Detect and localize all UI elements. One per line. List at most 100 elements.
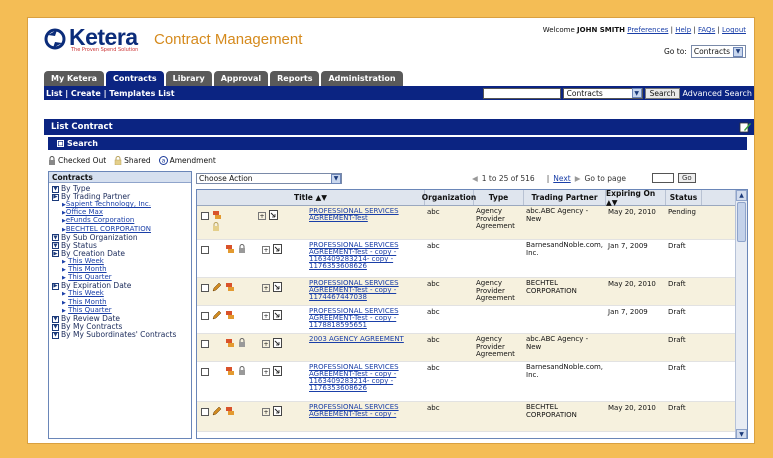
table-row[interactable]: + PROFESSIONAL SERVICES AGREEMENT-Test - … bbox=[197, 402, 747, 432]
document-icon[interactable] bbox=[273, 366, 282, 376]
expand-icon[interactable]: ▼ bbox=[52, 234, 59, 242]
tree-node-by-my-subordinates-contracts[interactable]: ▼ By My Subordinates' Contracts bbox=[52, 331, 188, 339]
pencil-icon[interactable] bbox=[212, 310, 222, 320]
col-organization[interactable]: Organization bbox=[422, 190, 476, 205]
document-icon[interactable] bbox=[273, 282, 282, 292]
tree-link[interactable]: Office Max bbox=[66, 208, 103, 216]
documents-icon[interactable] bbox=[225, 244, 235, 254]
help-link[interactable]: Help bbox=[675, 26, 691, 34]
expand-icon[interactable]: ▼ bbox=[52, 323, 59, 331]
col-status[interactable]: Status bbox=[666, 190, 702, 205]
document-icon[interactable] bbox=[273, 244, 282, 254]
tab-my-ketera[interactable]: My Ketera bbox=[44, 71, 105, 86]
search-input[interactable] bbox=[482, 87, 561, 99]
documents-icon[interactable] bbox=[225, 338, 235, 348]
edit-list-icon[interactable] bbox=[739, 121, 751, 133]
expand-row-icon[interactable]: + bbox=[258, 212, 266, 220]
document-icon[interactable] bbox=[269, 210, 278, 220]
expand-icon[interactable]: ▼ bbox=[52, 185, 59, 193]
expand-row-icon[interactable]: + bbox=[262, 368, 270, 376]
tab-contracts[interactable]: Contracts bbox=[106, 71, 164, 86]
tree-link[interactable]: BECHTEL CORPORATION bbox=[66, 225, 151, 233]
contract-title-link[interactable]: 2003 AGENCY AGREEMENT bbox=[307, 334, 425, 361]
tab-reports[interactable]: Reports bbox=[270, 71, 320, 86]
table-row[interactable]: + PROFESSIONAL SERVICES AGREEMENT-Test - … bbox=[197, 240, 747, 278]
table-row[interactable]: + PROFESSIONAL SERVICES AGREEMENT-Test - … bbox=[197, 278, 747, 306]
pencil-icon[interactable] bbox=[212, 406, 222, 416]
col-trading-partner[interactable]: Trading Partner bbox=[524, 190, 606, 205]
expand-row-icon[interactable]: + bbox=[262, 408, 270, 416]
search-scope-select[interactable]: Contracts ▼ bbox=[562, 87, 643, 99]
row-checkbox[interactable] bbox=[201, 340, 209, 348]
next-link[interactable]: Next bbox=[553, 174, 570, 183]
table-row[interactable]: + PROFESSIONAL SERVICES AGREEMENT-Test - … bbox=[197, 362, 747, 402]
prev-arrow-icon[interactable]: ◀ bbox=[472, 174, 478, 183]
expand-icon[interactable]: ▼ bbox=[52, 315, 59, 323]
expand-row-icon[interactable]: + bbox=[262, 312, 270, 320]
expand-icon[interactable]: ▼ bbox=[52, 242, 59, 250]
contract-title-link[interactable]: PROFESSIONAL SERVICES AGREEMENT-Test bbox=[307, 206, 425, 239]
expand-icon[interactable]: ▶ bbox=[52, 193, 59, 201]
row-checkbox[interactable] bbox=[201, 312, 209, 320]
go-button[interactable]: Go bbox=[677, 173, 696, 183]
tab-administration[interactable]: Administration bbox=[321, 71, 403, 86]
scroll-up-icon[interactable]: ▲ bbox=[736, 190, 747, 201]
col-expiring-on[interactable]: Expiring On ▲▼ bbox=[606, 190, 666, 207]
page-number-input[interactable] bbox=[651, 173, 674, 183]
search-section-bar[interactable]: ■ Search bbox=[48, 137, 747, 150]
tree-link[interactable]: This Quarter bbox=[68, 273, 112, 281]
faqs-link[interactable]: FAQs bbox=[698, 26, 715, 34]
advanced-search-link[interactable]: Advanced Search bbox=[682, 89, 754, 98]
tab-library[interactable]: Library bbox=[165, 71, 212, 86]
goto-select[interactable]: Contracts ▼ bbox=[690, 45, 746, 58]
contract-title-link[interactable]: PROFESSIONAL SERVICES AGREEMENT-Test - c… bbox=[307, 240, 425, 277]
table-row[interactable]: + PROFESSIONAL SERVICES AGREEMENT-Test - … bbox=[197, 306, 747, 334]
row-checkbox[interactable] bbox=[201, 368, 209, 376]
logout-link[interactable]: Logout bbox=[722, 26, 746, 34]
scroll-thumb[interactable] bbox=[737, 202, 746, 242]
documents-icon[interactable] bbox=[225, 310, 235, 320]
row-checkbox[interactable] bbox=[201, 408, 209, 416]
tree-link[interactable]: Sapient Technology, Inc. bbox=[66, 200, 151, 208]
document-icon[interactable] bbox=[273, 310, 282, 320]
tree-link[interactable]: This Week bbox=[68, 257, 104, 265]
expand-icon[interactable]: ▶ bbox=[52, 282, 59, 290]
table-scrollbar[interactable]: ▲ ▼ bbox=[735, 190, 747, 438]
documents-icon[interactable] bbox=[212, 210, 222, 220]
expand-icon[interactable]: ▶ bbox=[52, 250, 59, 258]
document-icon[interactable] bbox=[273, 406, 282, 416]
documents-icon[interactable] bbox=[225, 406, 235, 416]
table-row[interactable]: + PROFESSIONAL SERVICES AGREEMENT-Test abc… bbox=[197, 206, 747, 240]
expand-row-icon[interactable]: + bbox=[262, 284, 270, 292]
expiring-on-cell: May 20, 2010 bbox=[608, 280, 656, 288]
expand-row-icon[interactable]: + bbox=[262, 340, 270, 348]
documents-icon[interactable] bbox=[225, 282, 235, 292]
expand-icon[interactable]: ▼ bbox=[52, 331, 59, 339]
tree-link[interactable]: This Month bbox=[68, 298, 106, 306]
tab-approval[interactable]: Approval bbox=[213, 71, 269, 86]
next-arrow-icon[interactable]: ▶ bbox=[575, 174, 581, 183]
expand-row-icon[interactable]: + bbox=[262, 246, 270, 254]
contract-title-link[interactable]: PROFESSIONAL SERVICES AGREEMENT-Test - c… bbox=[307, 278, 425, 305]
search-button[interactable]: Search bbox=[644, 87, 681, 99]
choose-action-select[interactable]: Choose Action ▼ bbox=[196, 173, 342, 184]
row-checkbox[interactable] bbox=[201, 212, 209, 220]
contract-title-link[interactable]: PROFESSIONAL SERVICES AGREEMENT-Test - c… bbox=[307, 362, 425, 401]
preferences-link[interactable]: Preferences bbox=[627, 26, 668, 34]
scroll-down-icon[interactable]: ▼ bbox=[736, 429, 747, 438]
tree-link[interactable]: This Month bbox=[68, 265, 106, 273]
tree-link[interactable]: eFunds Corporation bbox=[66, 216, 135, 224]
documents-icon[interactable] bbox=[225, 366, 235, 376]
contract-title-link[interactable]: PROFESSIONAL SERVICES AGREEMENT-Test - c… bbox=[307, 306, 425, 333]
col-type[interactable]: Type bbox=[474, 190, 524, 205]
tree-link[interactable]: This Week bbox=[68, 289, 104, 297]
row-checkbox[interactable] bbox=[201, 284, 209, 292]
table-row[interactable]: +2003 AGENCY AGREEMENT abc Agency Provider… bbox=[197, 334, 747, 362]
col-title[interactable]: Title ▲▼ bbox=[197, 190, 425, 205]
tree-link[interactable]: This Quarter bbox=[68, 306, 112, 314]
pencil-icon[interactable] bbox=[212, 282, 222, 292]
sub-nav-links[interactable]: List | Create | Templates List bbox=[44, 89, 175, 98]
document-icon[interactable] bbox=[273, 338, 282, 348]
contract-title-link[interactable]: PROFESSIONAL SERVICES AGREEMENT-Test - c… bbox=[307, 402, 425, 431]
row-checkbox[interactable] bbox=[201, 246, 209, 254]
